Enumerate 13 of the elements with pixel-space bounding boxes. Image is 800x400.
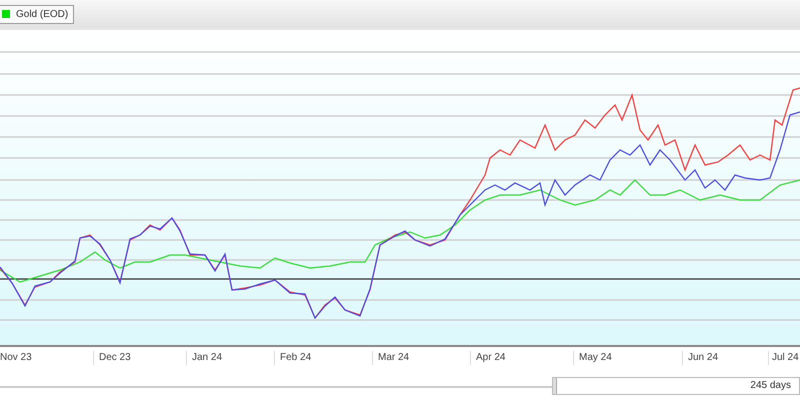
range-label: 245 days <box>750 380 791 391</box>
axis-label: Mar 24 <box>372 351 410 365</box>
axis-label: May 24 <box>573 351 612 365</box>
axis-label: Jun 24 <box>682 351 718 365</box>
axis-label: Dec 23 <box>93 351 131 365</box>
axis-label: Feb 24 <box>274 351 312 365</box>
range-handle[interactable] <box>553 378 557 394</box>
axis-label: Jan 24 <box>186 351 222 365</box>
axis-label: Apr 24 <box>470 351 506 365</box>
axis-label: Jul 24 <box>768 351 799 365</box>
axis-label: Nov 23 <box>0 351 32 365</box>
legend-button[interactable]: Gold (EOD) <box>0 4 74 24</box>
range-selector[interactable]: 245 days <box>552 376 800 394</box>
